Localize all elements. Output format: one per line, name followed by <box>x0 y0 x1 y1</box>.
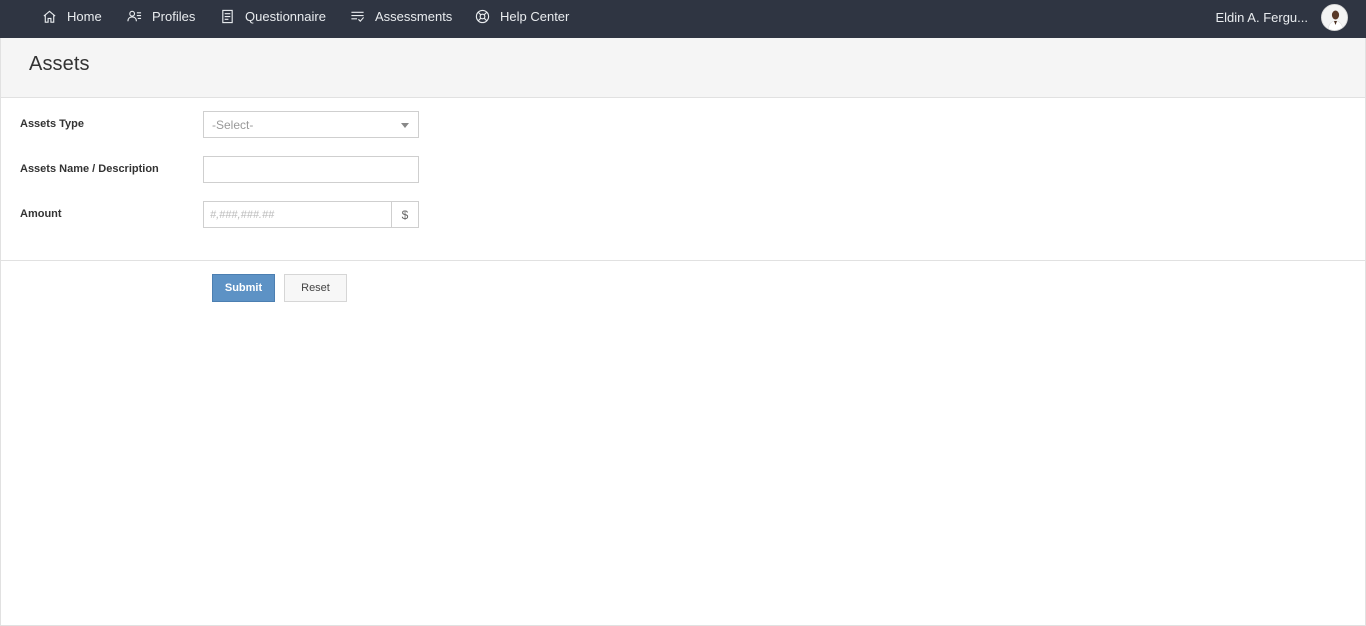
assets-form: Assets Type -Select- Assets Name / Descr… <box>0 98 1366 626</box>
page-title: Assets <box>29 53 90 75</box>
assets-type-selected-value: -Select- <box>212 117 254 132</box>
user-avatar-icon <box>1322 5 1347 30</box>
submit-button[interactable]: Submit <box>212 274 275 302</box>
nav-assessments[interactable]: Assessments <box>350 0 452 32</box>
assessments-icon <box>351 11 365 22</box>
nav-assessments-label: Assessments <box>375 8 453 24</box>
assets-name-input[interactable] <box>203 156 419 183</box>
help-center-icon <box>475 9 490 23</box>
currency-addon: $ <box>391 201 419 228</box>
nav-questionnaire[interactable]: Questionnaire <box>220 0 326 32</box>
amount-input[interactable]: #,###,###.## <box>203 201 392 228</box>
top-navigation-bar: Home Profiles Questionnaire Assessments … <box>0 0 1366 38</box>
amount-placeholder: #,###,###.## <box>210 208 275 221</box>
chevron-down-icon <box>401 123 409 128</box>
amount-label: Amount <box>20 208 62 220</box>
nav-help-center[interactable]: Help Center <box>475 0 569 32</box>
assets-type-label: Assets Type <box>20 118 84 130</box>
questionnaire-icon <box>222 9 233 23</box>
assets-name-label: Assets Name / Description <box>20 163 159 175</box>
nav-profiles[interactable]: Profiles <box>127 0 195 32</box>
assets-type-select[interactable]: -Select- <box>203 111 419 138</box>
reset-button[interactable]: Reset <box>284 274 347 302</box>
nav-questionnaire-label: Questionnaire <box>245 8 326 24</box>
nav-home[interactable]: Home <box>42 0 102 32</box>
user-name[interactable]: Eldin A. Fergu... <box>1216 0 1309 34</box>
nav-home-label: Home <box>67 8 102 24</box>
nav-profiles-label: Profiles <box>152 8 196 24</box>
avatar[interactable] <box>1321 4 1348 31</box>
form-divider <box>1 260 1365 261</box>
profiles-icon <box>127 10 142 21</box>
nav-help-center-label: Help Center <box>500 8 570 24</box>
home-icon <box>43 10 56 23</box>
page-header: Assets <box>0 38 1366 98</box>
